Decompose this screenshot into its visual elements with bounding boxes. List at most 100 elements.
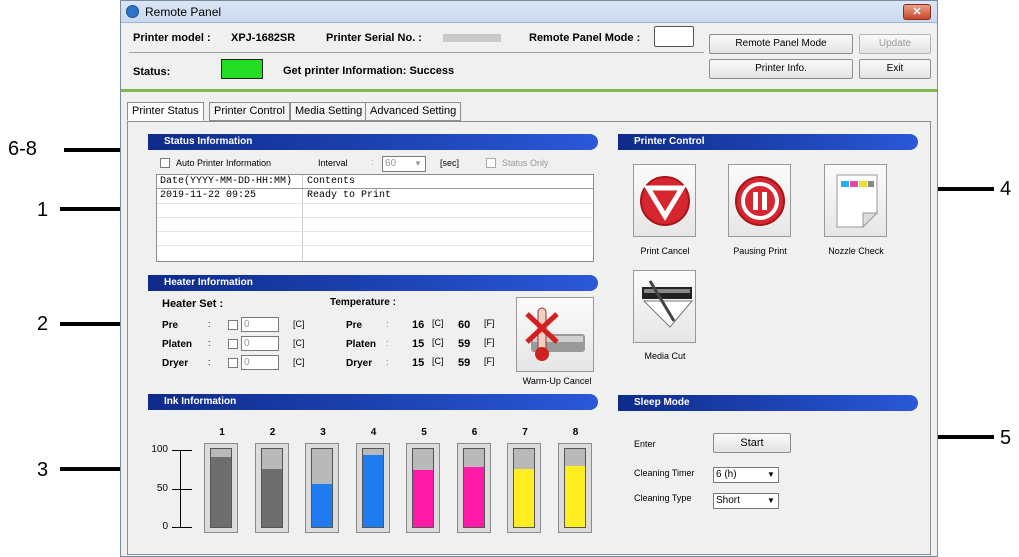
callout-5: 5	[1000, 427, 1012, 449]
nozzle-check-button[interactable]	[824, 164, 887, 237]
printer-model-label: Printer model :	[133, 32, 211, 44]
interval-dropdown[interactable]: 60 ▼	[382, 156, 426, 172]
row-line	[157, 217, 593, 218]
sleep-mode-header: Sleep Mode	[618, 395, 918, 411]
ink-gauge-2	[254, 443, 289, 533]
enter-label: Enter	[634, 439, 656, 449]
col-header-contents: Contents	[307, 176, 356, 187]
warmup-cancel-button[interactable]	[516, 297, 594, 372]
heater-platen-checkbox[interactable]	[228, 339, 238, 349]
print-cancel-button[interactable]	[633, 164, 696, 237]
pausing-print-button[interactable]	[728, 164, 791, 237]
tab-advanced-setting[interactable]: Advanced Setting	[365, 102, 462, 121]
ink-gauge-1	[204, 443, 238, 533]
ink-channel-label: 4	[370, 427, 377, 438]
temp-dryer-f: 59	[458, 357, 471, 369]
ink-axis-tick-label: 100	[151, 444, 168, 455]
callout-3: 3	[37, 459, 49, 481]
ink-channel-label: 2	[269, 427, 276, 438]
tab-printer-status[interactable]: Printer Status	[127, 102, 204, 121]
callout-1: 1	[37, 199, 49, 221]
log-date-cell[interactable]: 2019-11-22 09:25	[160, 190, 256, 201]
tab-printer-control[interactable]: Printer Control	[209, 102, 290, 121]
unit-c: [C]	[432, 356, 444, 366]
media-cut-button[interactable]	[633, 270, 696, 343]
update-button[interactable]: Update	[859, 34, 931, 54]
ink-gauge-3	[305, 443, 339, 533]
ink-gauge-7	[507, 443, 541, 533]
interval-unit: [sec]	[440, 158, 460, 168]
cleaning-timer-dropdown[interactable]: 6 (h) ▼	[713, 467, 779, 483]
heater-dryer-checkbox[interactable]	[228, 358, 238, 368]
serial-value-redacted	[443, 34, 501, 42]
ink-level-fill	[211, 456, 231, 527]
heater-pre-value: 0	[244, 319, 250, 330]
heater-platen-input[interactable]: 0	[241, 336, 279, 351]
ink-tank	[210, 448, 232, 528]
close-button[interactable]: ✕	[903, 4, 931, 20]
log-contents-cell[interactable]: Ready to Print	[307, 190, 391, 201]
heater-dryer-value: 0	[244, 357, 250, 368]
ink-axis-tick	[172, 489, 192, 490]
tab-panel: Status Information Auto Printer Informat…	[127, 121, 931, 555]
row-line	[157, 231, 593, 232]
heater-dryer-input[interactable]: 0	[241, 355, 279, 370]
pausing-print-label: Pausing Print	[733, 246, 787, 256]
header-divider	[129, 52, 704, 53]
status-log-table: Date(YYYY-MM-DD-HH:MM) Contents 2019-11-…	[156, 174, 594, 262]
warmup-cancel-label: Warm-Up Cancel	[522, 376, 592, 386]
app-icon	[126, 5, 139, 18]
cleaning-type-value: Short	[716, 495, 740, 506]
ink-tank	[311, 448, 333, 528]
heater-name-dryer: Dryer	[162, 358, 189, 369]
remote-panel-window: Remote Panel ✕ Printer model : XPJ-1682S…	[120, 0, 938, 557]
exit-button[interactable]: Exit	[859, 59, 931, 79]
auto-info-checkbox[interactable]	[160, 158, 170, 168]
interval-value: 60	[385, 158, 397, 169]
heater-pre-checkbox[interactable]	[228, 320, 238, 330]
chevron-down-icon: ▼	[767, 496, 775, 505]
status-label: Status:	[133, 66, 171, 78]
status-only-checkbox[interactable]	[486, 158, 496, 168]
auto-info-label: Auto Printer Information	[176, 158, 272, 168]
media-cut-label: Media Cut	[644, 351, 686, 361]
start-button[interactable]: Start	[713, 433, 791, 453]
temp-dryer-c: 15	[412, 357, 425, 369]
row-line	[157, 245, 593, 246]
ink-axis-tick	[172, 450, 192, 451]
window-title: Remote Panel	[145, 5, 222, 19]
chevron-down-icon: ▼	[767, 470, 775, 479]
heater-platen-value: 0	[244, 338, 250, 349]
pause-icon	[735, 176, 785, 226]
cleaning-type-dropdown[interactable]: Short ▼	[713, 493, 779, 509]
ink-axis-tick-label: 0	[162, 521, 168, 532]
ink-level-fill	[564, 466, 585, 527]
ink-tank	[412, 448, 434, 528]
accent-line	[121, 89, 937, 92]
ink-level-fill	[413, 470, 433, 527]
heater-set-label: Heater Set :	[162, 298, 224, 310]
unit-f: [F]	[484, 318, 495, 328]
ink-channel-label: 8	[572, 427, 579, 438]
ink-axis-line	[180, 450, 181, 527]
heater-pre-unit: [C]	[293, 319, 305, 329]
cleaning-type-label: Cleaning Type	[634, 493, 692, 503]
tab-media-setting[interactable]: Media Setting	[290, 102, 368, 121]
callout-2: 2	[37, 313, 49, 335]
ink-tank	[513, 448, 535, 528]
title-bar[interactable]: Remote Panel ✕	[121, 1, 937, 23]
remote-panel-mode-button[interactable]: Remote Panel Mode	[709, 34, 853, 54]
chevron-down-icon: ▼	[414, 159, 422, 168]
heater-pre-input[interactable]: 0	[241, 317, 279, 332]
header-divider	[157, 188, 593, 189]
status-indicator	[221, 59, 263, 79]
heater-dryer-unit: [C]	[293, 357, 305, 367]
printer-info-button[interactable]: Printer Info.	[709, 59, 853, 79]
temp-pre-c: 16	[412, 319, 425, 331]
serial-label: Printer Serial No. :	[326, 32, 422, 44]
ink-gauge-5	[406, 443, 440, 533]
cleaning-timer-value: 6 (h)	[716, 469, 737, 480]
warmup-cancel-icon	[525, 307, 585, 361]
ink-tank	[361, 448, 384, 528]
ink-gauge-8	[557, 443, 592, 533]
